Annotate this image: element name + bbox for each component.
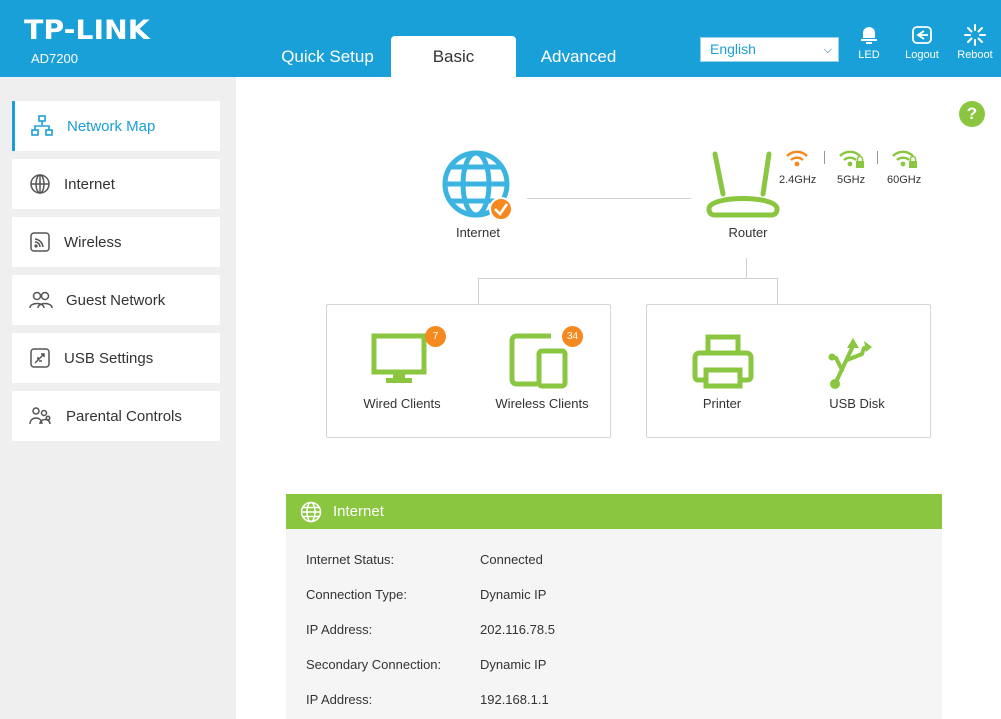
tab-advanced[interactable]: Advanced — [516, 36, 641, 77]
branch-left-link — [478, 278, 479, 304]
wifi-60g-lock-icon — [892, 150, 917, 168]
internet-panel-header: Internet — [286, 494, 942, 529]
printer-label: Printer — [702, 396, 742, 411]
internet-label: Internet — [455, 225, 501, 240]
router-down-link — [746, 258, 747, 278]
peripherals-box — [646, 304, 931, 438]
sidebar-item-internet[interactable]: Internet — [12, 159, 220, 209]
wifi-5g-lock-icon — [839, 150, 864, 168]
internet-globe-icon[interactable] — [440, 149, 514, 221]
printer-icon[interactable] — [692, 334, 754, 390]
branch-link — [478, 278, 778, 279]
tab-basic[interactable]: Basic — [391, 36, 516, 77]
chevron-down-icon: ⌵ — [823, 44, 832, 56]
sidebar-item-label: Network Map — [67, 117, 156, 135]
usb-disk-icon[interactable] — [828, 336, 882, 392]
usb-settings-icon — [30, 348, 50, 368]
info-value: Dynamic IP — [480, 587, 547, 602]
sidebar-item-usb-settings[interactable]: USB Settings — [12, 333, 220, 383]
reboot-button[interactable]: Reboot — [947, 24, 1001, 61]
band-60g-label: 60GHz — [887, 174, 922, 186]
internet-router-link — [527, 198, 691, 199]
info-value: 202.116.78.5 — [480, 622, 555, 637]
info-key: IP Address: — [306, 692, 373, 707]
wifi-2g-icon — [786, 150, 808, 167]
sidebar-item-label: USB Settings — [64, 349, 154, 367]
sidebar-item-label: Wireless — [64, 233, 122, 251]
wireless-clients-badge: 34 — [562, 326, 583, 347]
globe-icon — [30, 174, 50, 194]
internet-panel-title: Internet — [333, 503, 384, 520]
info-key: Secondary Connection: — [306, 657, 442, 672]
language-select[interactable]: English ⌵ — [700, 37, 839, 62]
top-header: TP-LINK AD7200 Quick Setup Basic Advance… — [0, 0, 1001, 77]
sidebar-item-wireless[interactable]: Wireless — [12, 217, 220, 267]
led-label: LED — [858, 49, 880, 61]
sidebar-item-guest-network[interactable]: Guest Network — [12, 275, 220, 325]
sidebar: Network Map Internet Wireless Guest Netw… — [0, 77, 236, 719]
sidebar-item-parental-controls[interactable]: Parental Controls — [12, 391, 220, 441]
tab-quick-setup[interactable]: Quick Setup — [265, 36, 390, 77]
branch-right-link — [777, 278, 778, 304]
reboot-label: Reboot — [957, 49, 993, 61]
usb-disk-label: USB Disk — [829, 396, 885, 411]
reboot-icon — [964, 24, 986, 46]
router-icon[interactable] — [703, 149, 783, 221]
info-value: 192.168.1.1 — [480, 692, 549, 707]
wired-clients-icon[interactable] — [371, 333, 427, 385]
wired-clients-badge: 7 — [425, 326, 446, 347]
sidebar-item-label: Internet — [64, 175, 115, 193]
info-key: Connection Type: — [306, 587, 407, 602]
bulb-icon — [861, 27, 877, 44]
band-separator — [877, 151, 878, 164]
model-name: AD7200 — [31, 51, 78, 66]
parental-icon — [29, 407, 51, 425]
wireless-clients-icon[interactable] — [509, 333, 569, 389]
info-value: Connected — [480, 552, 543, 567]
network-map-icon — [31, 115, 53, 136]
band-separator — [824, 151, 825, 164]
logout-button[interactable]: Logout — [894, 24, 950, 61]
logout-label: Logout — [905, 49, 939, 61]
led-button[interactable]: LED — [841, 24, 897, 61]
router-label: Router — [728, 225, 768, 240]
band-5g-label: 5GHz — [837, 174, 866, 186]
wireless-clients-label: Wireless Clients — [495, 396, 589, 411]
wired-clients-label: Wired Clients — [363, 396, 441, 411]
brand-logo: TP-LINK — [24, 15, 150, 46]
info-value: Dynamic IP — [480, 657, 547, 672]
sidebar-item-network-map[interactable]: Network Map — [12, 101, 220, 151]
info-key: IP Address: — [306, 622, 373, 637]
guest-icon — [29, 291, 53, 309]
band-2g-label: 2.4GHz — [779, 174, 817, 186]
sidebar-item-label: Guest Network — [66, 291, 166, 309]
language-value: English — [710, 41, 756, 57]
internet-panel-body: Internet Status: Connected Connection Ty… — [286, 529, 942, 719]
wireless-icon — [30, 232, 50, 252]
logout-icon — [912, 26, 932, 44]
info-key: Internet Status: — [306, 552, 395, 567]
help-button[interactable]: ? — [959, 101, 985, 127]
globe-icon — [300, 501, 322, 522]
sidebar-item-label: Parental Controls — [66, 407, 182, 425]
